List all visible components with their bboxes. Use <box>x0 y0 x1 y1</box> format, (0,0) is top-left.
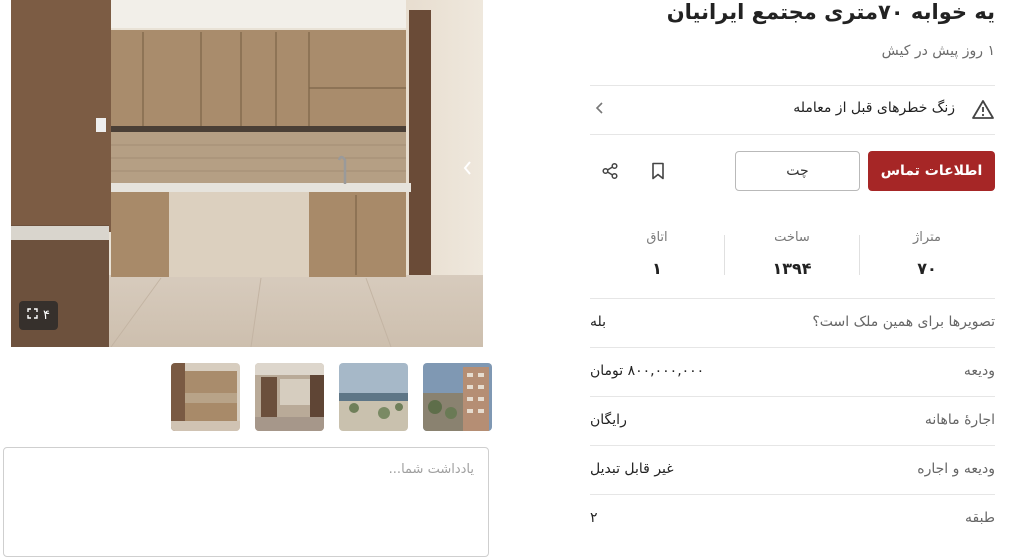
gallery-thumbnail[interactable] <box>255 363 324 431</box>
stat-rooms: اتاق ۱ <box>592 230 722 278</box>
detail-value: ۲ <box>590 510 598 526</box>
image-count-badge[interactable]: ۴ <box>19 301 58 330</box>
detail-value: ۸۰۰,۰۰۰,۰۰۰ تومان <box>590 363 705 379</box>
detail-key: ودیعه <box>963 363 995 379</box>
stat-area: متراژ ۷۰ <box>862 230 992 278</box>
gallery-thumbnail[interactable] <box>423 363 492 431</box>
detail-value: رایگان <box>590 412 627 428</box>
detail-row: ودیعه ۸۰۰,۰۰۰,۰۰۰ تومان <box>590 348 995 396</box>
detail-row: تصویرها برای همین ملک است؟ بله <box>590 299 995 347</box>
detail-value: بله <box>590 314 607 330</box>
listing-title: یه خوابه ۷۰متری مجتمع ایرانیان <box>666 0 995 24</box>
stat-value: ۱ <box>652 259 662 278</box>
stat-build-year: ساخت ۱۳۹۴ <box>727 230 857 278</box>
gallery-thumbnail[interactable] <box>339 363 408 431</box>
detail-row: اجارهٔ ماهانه رایگان <box>590 397 995 445</box>
divider <box>724 235 725 275</box>
image-count: ۴ <box>43 308 50 323</box>
detail-key: تصویرها برای همین ملک است؟ <box>812 314 995 330</box>
chevron-left-icon <box>594 100 606 119</box>
detail-key: اجارهٔ ماهانه <box>924 412 995 428</box>
note-input[interactable] <box>3 447 489 557</box>
stat-value: ۷۰ <box>917 259 937 278</box>
next-image-arrow-icon[interactable] <box>463 160 473 181</box>
fullscreen-icon <box>27 308 38 323</box>
stat-value: ۱۳۹۴ <box>772 259 812 278</box>
detail-row: ودیعه و اجاره غیر قابل تبدیل <box>590 446 995 494</box>
scam-warning-label: زنگ خطرهای قبل از معامله <box>793 100 955 116</box>
bookmark-icon[interactable] <box>644 157 672 185</box>
stat-label: اتاق <box>646 230 668 245</box>
share-icon[interactable] <box>596 157 624 185</box>
stat-label: ساخت <box>774 230 810 245</box>
stat-label: متراژ <box>913 230 941 245</box>
detail-row: طبقه ۲ <box>590 495 995 543</box>
contact-info-button[interactable]: اطلاعات تماس <box>868 151 995 191</box>
detail-key: طبقه <box>965 510 995 526</box>
divider <box>590 134 995 135</box>
chat-button[interactable]: چت <box>735 151 860 191</box>
gallery-thumbnail[interactable] <box>171 363 240 431</box>
scam-warning-link[interactable]: زنگ خطرهای قبل از معامله <box>590 86 995 134</box>
divider <box>859 235 860 275</box>
detail-key: ودیعه و اجاره <box>917 461 995 477</box>
warning-triangle-icon <box>971 98 995 122</box>
detail-value: غیر قابل تبدیل <box>590 461 674 477</box>
listing-subtitle: ۱ روز پیش در کیش <box>881 43 995 59</box>
main-photo[interactable] <box>11 0 483 347</box>
